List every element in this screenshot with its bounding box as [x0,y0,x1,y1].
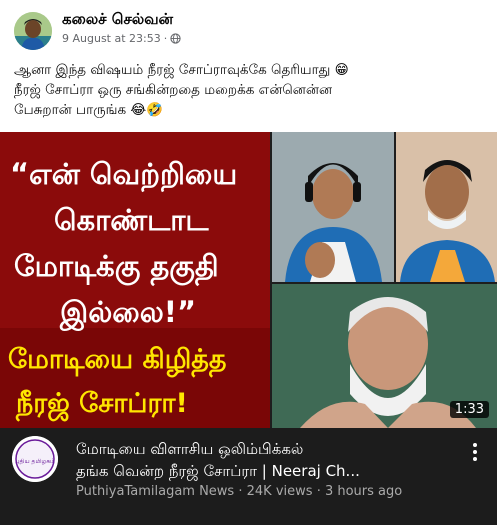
globe-icon [170,33,181,44]
thumbnail-artwork: “என் வெற்றியை கொண்டாட மோடிக்கு தகுதி இல்… [0,132,497,428]
author-name[interactable]: கலைச் செல்வன் [62,10,173,30]
author-avatar[interactable] [14,12,52,50]
photo-athlete-headphones [272,132,394,282]
post-meta: 9 August at 23:53 · [62,32,181,45]
thumb-tagline-line-1: மோடியை கிழித்த [8,344,226,378]
thumb-quote-line-1: “என் வெற்றியை [10,157,237,192]
video-info-bar[interactable]: புதிய தமிழகம் மோடியை விளாசிய ஒலிம்பிக்கல… [0,428,497,525]
post-text-line: ஆனா இந்த விஷயம் நீரஜ் சோப்ராவுக்கே தெரிய… [14,62,349,78]
thumb-tagline-line-2: நீரஜ் சோப்ரா! [15,388,188,422]
thumb-quote-line-4: இல்லை!” [59,295,196,331]
video-age: 3 hours ago [324,484,403,499]
video-subtitle: PuthiyaTamilagam News · 24K views · 3 ho… [76,484,403,499]
thumb-quote-line-2: கொண்டாட [54,203,209,237]
post-text-line: பேசுறான் பாருங்க 😂🤣 [14,102,164,118]
channel-name[interactable]: PuthiyaTamilagam News [76,484,234,499]
channel-logo-text: புதிய தமிழகம் [15,458,55,465]
photo-athlete-mask [396,132,497,282]
video-thumbnail[interactable]: “என் வெற்றியை கொண்டாட மோடிக்கு தகுதி இல்… [0,132,497,428]
more-options-icon[interactable] [467,440,483,464]
post-timestamp[interactable]: 9 August at 23:53 [62,32,161,45]
post-text: ஆனா இந்த விஷயம் நீரஜ் சோப்ராவுக்கே தெரிய… [14,60,484,120]
thumb-quote-line-3: மோடிக்கு தகுதி [14,249,219,286]
video-title-line-2: தங்க வென்ற நீரஜ் சோப்ரா | Neeraj Ch... [76,462,360,480]
video-title-line-1: மோடியை விளாசிய ஒலிம்பிக்கல் [76,440,304,458]
video-views: 24K views [246,484,313,499]
post-text-line: நீரஜ் சோப்ரா ஒரு சங்கின்றதை மறைக்க என்னெ… [14,82,333,98]
video-title[interactable]: மோடியை விளாசிய ஒலிம்பிக்கல் தங்க வென்ற ந… [76,438,456,482]
video-duration-badge: 1:33 [449,401,489,418]
channel-logo[interactable]: புதிய தமிழகம் [12,436,58,482]
meta-separator: · [163,32,168,45]
post-header: கலைச் செல்வன் 9 August at 23:53 · [12,8,482,50]
